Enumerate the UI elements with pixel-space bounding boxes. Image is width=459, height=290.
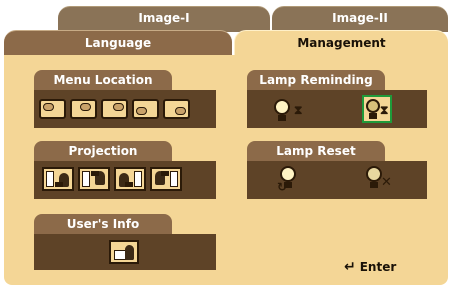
user-info-icon[interactable] bbox=[109, 240, 139, 264]
rear-ceiling-icon[interactable] bbox=[150, 167, 182, 191]
menu-location-title: Menu Location bbox=[34, 70, 172, 90]
menu-location-options bbox=[39, 99, 190, 119]
enter-label: Enter bbox=[359, 260, 397, 274]
rear-desktop-icon[interactable] bbox=[114, 167, 146, 191]
projection-title: Projection bbox=[34, 141, 172, 161]
lamp-reminder-on-icon[interactable]: ⧗ bbox=[362, 95, 392, 123]
tab-management[interactable]: Management bbox=[234, 30, 448, 56]
tab-image-1[interactable]: Image-I bbox=[58, 6, 270, 32]
enter-hint[interactable]: ↵ Enter bbox=[344, 259, 396, 275]
menu-top-right-icon[interactable] bbox=[101, 99, 128, 119]
reset-arrow-icon: ↻ bbox=[277, 180, 288, 194]
lamp-reset-title: Lamp Reset bbox=[247, 141, 385, 161]
users-info-title: User's Info bbox=[34, 214, 172, 234]
front-desktop-icon[interactable] bbox=[42, 167, 74, 191]
tab-image-2[interactable]: Image-II bbox=[272, 6, 448, 32]
tab-language[interactable]: Language bbox=[4, 30, 232, 56]
menu-top-center-icon[interactable] bbox=[70, 99, 97, 119]
menu-bottom-left-icon[interactable] bbox=[132, 99, 159, 119]
front-ceiling-icon[interactable] bbox=[78, 167, 110, 191]
hourglass-icon: ⧗ bbox=[380, 103, 389, 117]
hourglass-icon: ⧗ bbox=[294, 103, 303, 117]
users-info-options bbox=[109, 240, 139, 264]
cross-icon: ✕ bbox=[381, 175, 392, 190]
lamp-reset-no-icon[interactable]: ✕ bbox=[364, 164, 396, 194]
lamp-reminder-off-icon[interactable]: ⧗ bbox=[268, 95, 312, 123]
menu-bottom-right-icon[interactable] bbox=[163, 99, 190, 119]
enter-arrow-icon: ↵ bbox=[344, 259, 356, 275]
menu-top-left-icon[interactable] bbox=[39, 99, 66, 119]
projection-options bbox=[42, 167, 182, 191]
lamp-reminding-title: Lamp Reminding bbox=[247, 70, 385, 90]
lamp-reset-yes-icon[interactable]: ↻ bbox=[274, 164, 304, 194]
